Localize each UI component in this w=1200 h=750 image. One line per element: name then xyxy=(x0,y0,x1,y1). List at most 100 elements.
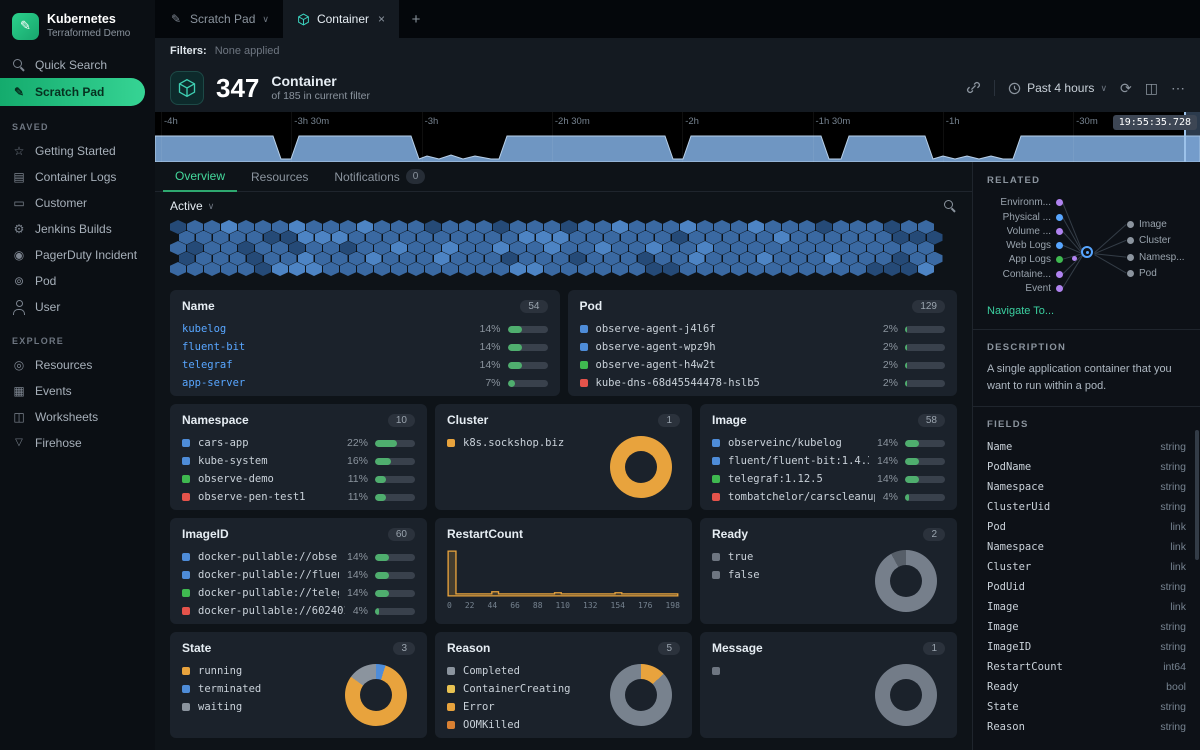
facet-percent: 4% xyxy=(353,605,368,617)
field-type: link xyxy=(1170,541,1186,553)
node-dot xyxy=(1127,237,1134,244)
filters-label: Filters: xyxy=(170,45,207,57)
state-donut-chart xyxy=(345,664,407,726)
facet-row[interactable]: observeinc/kubelog 14% xyxy=(712,434,945,452)
more-menu-icon[interactable]: ⋯ xyxy=(1171,81,1185,95)
divider xyxy=(994,80,995,96)
related-node[interactable]: Cluster xyxy=(1127,234,1171,247)
facet-cards-grid: Name54 kubelog 14% fluent-bit 14% telegr… xyxy=(155,284,972,750)
sidebar: ✎ Kubernetes Terraformed Demo Quick Sear… xyxy=(0,0,155,750)
sidebar-item[interactable]: Pod xyxy=(0,268,155,294)
time-scrubber[interactable]: -4h -3h 30m -3h -2h 30m -2h -1h 30m -1h … xyxy=(155,112,1200,162)
sidebar-item[interactable]: User xyxy=(0,294,155,320)
sidebar-item[interactable]: Quick Search xyxy=(0,52,155,78)
refresh-icon[interactable]: ⟳ xyxy=(1120,81,1132,95)
facet-row[interactable]: cars-app 22% xyxy=(182,434,415,452)
tab-notifications[interactable]: Notifications 0 xyxy=(322,162,437,191)
legend-swatch xyxy=(712,457,720,465)
legend-row[interactable]: terminated xyxy=(182,680,337,698)
sidebar-item[interactable]: Getting Started xyxy=(0,138,155,164)
time-range-picker[interactable]: Past 4 hours ∨ xyxy=(1008,81,1107,95)
sidebar-item[interactable]: Container Logs xyxy=(0,164,155,190)
facet-value: tombatchelor/carscleanup xyxy=(728,491,875,503)
facet-row[interactable]: app-server 7% xyxy=(182,374,548,392)
facet-row[interactable]: tombatchelor/carscleanup 4% xyxy=(712,488,945,506)
facet-row[interactable]: observe-agent-wpz9h 2% xyxy=(580,338,946,356)
facet-row[interactable]: telegraf:1.12.5 14% xyxy=(712,470,945,488)
facet-value-link[interactable]: fluent-bit xyxy=(182,341,471,353)
card-count-badge: 10 xyxy=(388,414,415,427)
sidebar-item[interactable]: Firehose xyxy=(0,430,155,456)
link-icon[interactable] xyxy=(966,80,981,97)
facet-row[interactable]: fluent/fluent-bit:1.4.3 14% xyxy=(712,452,945,470)
search-icon[interactable] xyxy=(943,199,957,213)
related-node[interactable]: Image xyxy=(1127,218,1167,231)
card-count-badge: 3 xyxy=(393,642,415,655)
ready-donut-chart xyxy=(875,550,937,612)
columns-icon[interactable]: ◫ xyxy=(1145,81,1158,95)
facet-value-link[interactable]: kubelog xyxy=(182,323,471,335)
facet-row[interactable]: observe-agent-h4w2t 2% xyxy=(580,356,946,374)
legend-row[interactable]: Error xyxy=(447,698,602,716)
tab-container[interactable]: Container × xyxy=(283,0,399,38)
legend-swatch xyxy=(712,553,720,561)
node-dot xyxy=(1127,270,1134,277)
pagerduty-icon xyxy=(12,248,26,262)
filters-value[interactable]: None applied xyxy=(215,45,280,57)
legend-swatch xyxy=(447,667,455,675)
facet-percent: 16% xyxy=(347,455,368,467)
legend-row[interactable]: ContainerCreating xyxy=(447,680,602,698)
legend-row[interactable]: waiting xyxy=(182,698,337,716)
legend-row[interactable]: OOMKilled xyxy=(447,716,602,734)
sidebar-item[interactable]: Worksheets xyxy=(0,404,155,430)
facet-percent: 14% xyxy=(347,551,368,563)
related-node-label: Cluster xyxy=(1139,235,1171,246)
sidebar-item[interactable]: Customer xyxy=(0,190,155,216)
sidebar-item[interactable]: Events xyxy=(0,378,155,404)
sidebar-item[interactable]: Jenkins Builds xyxy=(0,216,155,242)
legend-row[interactable]: false xyxy=(712,566,867,584)
facet-value-link[interactable]: telegraf xyxy=(182,359,471,371)
tab-overview[interactable]: Overview xyxy=(163,162,237,192)
facet-row[interactable]: telegraf 14% xyxy=(182,356,548,374)
legend-row[interactable]: true xyxy=(712,548,867,566)
legend-row[interactable]: k8s.sockshop.biz xyxy=(447,434,602,452)
facet-row[interactable]: docker-pullable://observ 14% xyxy=(182,548,415,566)
active-filter-dropdown[interactable]: Active xyxy=(170,199,203,213)
facet-row[interactable]: docker-pullable://602401 4% xyxy=(182,602,415,620)
legend-swatch xyxy=(182,667,190,675)
sidebar-item[interactable]: Scratch Pad xyxy=(0,78,145,106)
legend-row[interactable] xyxy=(712,662,867,680)
field-type: link xyxy=(1170,521,1186,533)
instance-honeycomb[interactable] xyxy=(170,220,957,280)
user-icon xyxy=(12,300,26,314)
facet-row[interactable]: kube-system 16% xyxy=(182,452,415,470)
facet-row[interactable]: docker-pullable://telegr 14% xyxy=(182,584,415,602)
close-icon[interactable]: × xyxy=(378,12,385,26)
sidebar-item[interactable]: PagerDuty Incident xyxy=(0,242,155,268)
tab-resources[interactable]: Resources xyxy=(239,163,320,191)
field-type: int64 xyxy=(1163,661,1186,673)
facet-row[interactable]: docker-pullable://fluent 14% xyxy=(182,566,415,584)
facet-row[interactable]: kubelog 14% xyxy=(182,320,548,338)
central-node[interactable] xyxy=(1081,246,1093,258)
workspace-switcher[interactable]: ✎ Kubernetes Terraformed Demo xyxy=(0,10,155,52)
legend-label: running xyxy=(198,665,337,677)
scrollbar-thumb[interactable] xyxy=(1195,430,1199,560)
tab-scratch-pad[interactable]: Scratch Pad ∨ xyxy=(155,0,283,38)
legend-swatch xyxy=(580,325,588,333)
facet-row[interactable]: kube-dns-68d45544478-hslb5 2% xyxy=(580,374,946,392)
add-tab-button[interactable]: + xyxy=(399,0,433,38)
related-node[interactable]: Pod xyxy=(1127,267,1157,280)
facet-value: kube-system xyxy=(198,455,339,467)
related-node[interactable]: Namesp... xyxy=(1127,251,1185,264)
sidebar-item[interactable]: Resources xyxy=(0,352,155,378)
legend-row[interactable]: running xyxy=(182,662,337,680)
facet-value-link[interactable]: app-server xyxy=(182,377,477,389)
legend-row[interactable]: Completed xyxy=(447,662,602,680)
facet-row[interactable]: observe-pen-test1 11% xyxy=(182,488,415,506)
facet-row[interactable]: fluent-bit 14% xyxy=(182,338,548,356)
facet-row[interactable]: observe-demo 11% xyxy=(182,470,415,488)
facet-row[interactable]: observe-agent-j4l6f 2% xyxy=(580,320,946,338)
legend-label: waiting xyxy=(198,701,337,713)
